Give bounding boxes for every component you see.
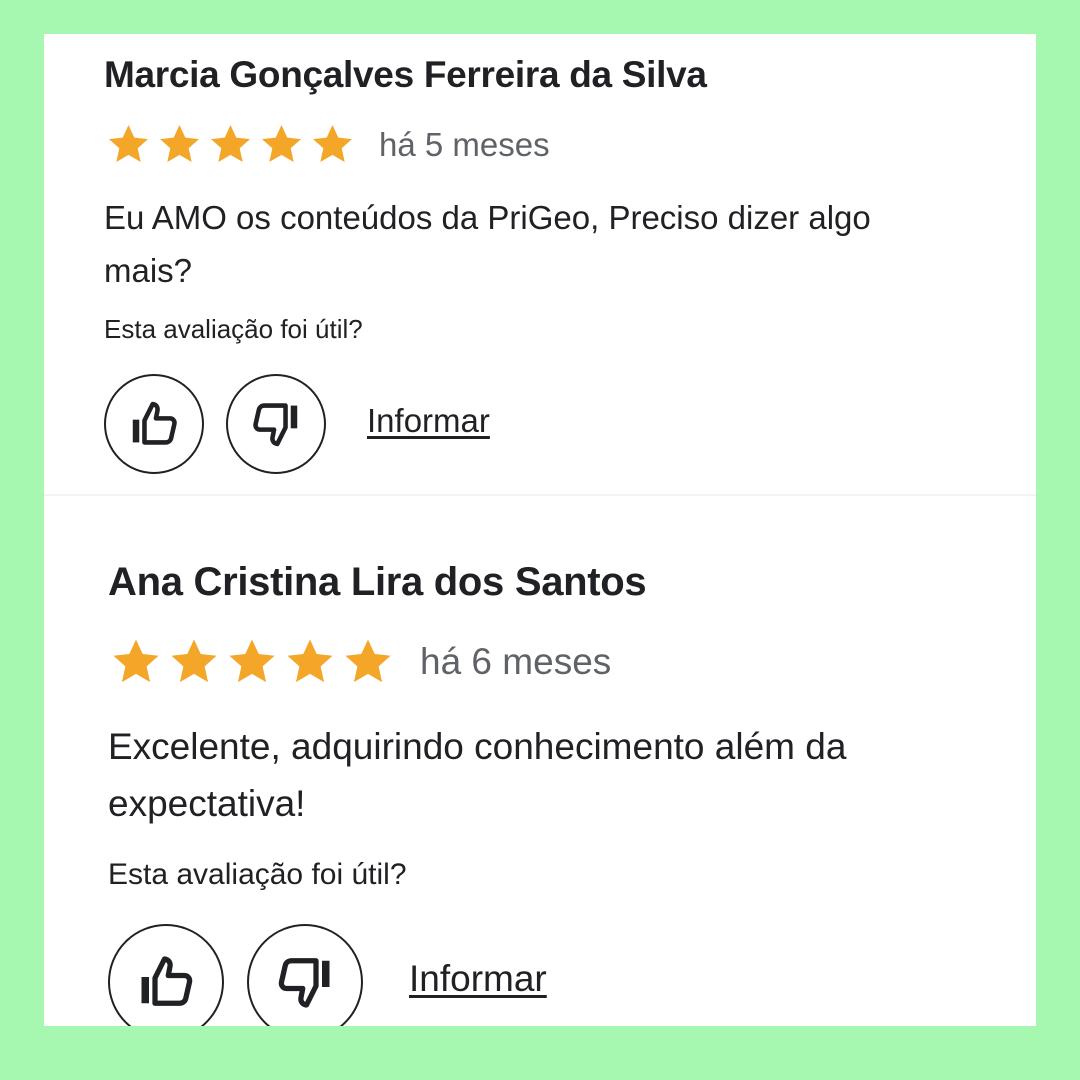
star-icon <box>229 639 275 683</box>
reviews-card: Marcia Gonçalves Ferreira da Silva há 5 … <box>44 34 1036 1026</box>
thumbs-down-button[interactable] <box>226 374 326 474</box>
star-icon <box>345 639 391 683</box>
thumbs-down-icon <box>278 958 330 1008</box>
review-age: há 6 meses <box>420 641 612 682</box>
thumbs-down-button[interactable] <box>247 924 363 1026</box>
star-icon <box>160 125 199 162</box>
review-text: Eu AMO os conteúdos da PriGeo, Preciso d… <box>104 199 871 289</box>
thumbs-up-icon <box>132 401 177 445</box>
thumbs-down-icon <box>253 403 298 447</box>
review-text: Excelente, adquirindo conhecimento além … <box>108 726 847 825</box>
review-item: Ana Cristina Lira dos Santos há 6 meses … <box>44 496 1036 1026</box>
rating-row: há 5 meses <box>106 122 550 167</box>
helpful-prompt: Esta avaliação foi útil? <box>108 858 407 891</box>
thumbs-up-button[interactable] <box>104 374 204 474</box>
star-icon <box>109 125 148 162</box>
star-icon <box>287 639 333 683</box>
star-icon <box>313 125 352 162</box>
star-rating <box>110 636 400 688</box>
review-item: Marcia Gonçalves Ferreira da Silva há 5 … <box>44 34 1036 494</box>
star-rating <box>106 122 361 167</box>
helpful-prompt: Esta avaliação foi útil? <box>104 314 363 344</box>
report-link[interactable]: Informar <box>367 402 490 440</box>
rating-row: há 6 meses <box>110 636 611 688</box>
star-icon <box>171 639 217 683</box>
star-icon <box>211 125 250 162</box>
star-icon <box>113 639 159 683</box>
thumbs-up-button[interactable] <box>108 924 224 1026</box>
report-link[interactable]: Informar <box>409 958 547 1000</box>
reviewer-name: Ana Cristina Lira dos Santos <box>108 560 647 604</box>
star-icon <box>262 125 301 162</box>
review-age: há 5 meses <box>379 125 550 163</box>
reviewer-name: Marcia Gonçalves Ferreira da Silva <box>104 54 707 95</box>
thumbs-up-icon <box>141 956 193 1006</box>
